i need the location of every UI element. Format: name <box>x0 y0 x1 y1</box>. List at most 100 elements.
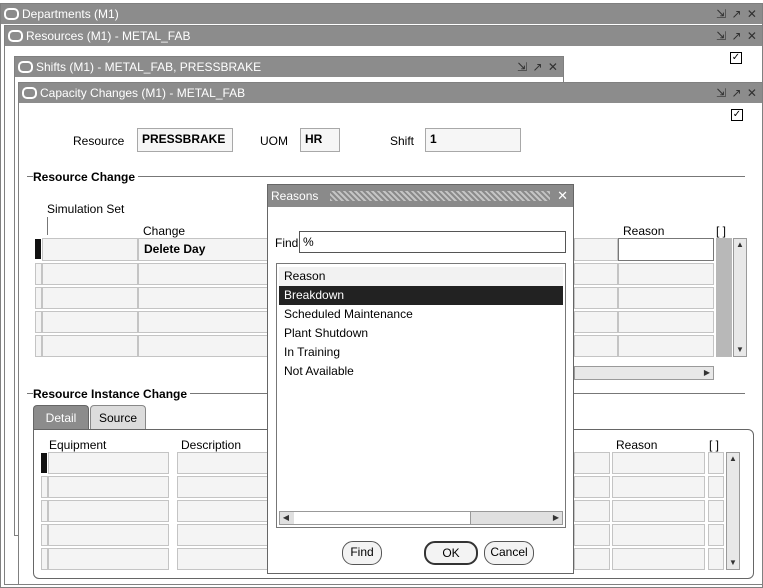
vertical-scrollbar[interactable]: ▲ ▼ <box>733 238 747 357</box>
row-marker <box>41 476 48 498</box>
window-icon <box>22 87 37 99</box>
cancel-button[interactable]: Cancel <box>484 541 534 565</box>
departments-titlebar[interactable]: Departments (M1) ⇲ ↗ ✕ <box>1 4 762 24</box>
list-item-plant-shutdown[interactable]: Plant Shutdown <box>279 324 563 343</box>
row-marker <box>35 263 42 285</box>
instance-reason-cell[interactable] <box>612 548 705 570</box>
window-controls[interactable]: ⇲ ↗ ✕ <box>716 26 758 46</box>
simulation-set-cell[interactable] <box>42 238 138 261</box>
find-input[interactable]: % <box>299 231 566 253</box>
reasons-titlebar[interactable]: Reasons ✕ <box>268 185 573 207</box>
instance-reason-cell[interactable] <box>612 452 705 474</box>
tab-detail[interactable]: Detail <box>33 405 89 430</box>
description-cell[interactable] <box>177 476 269 498</box>
instance-reason-cell[interactable] <box>612 500 705 522</box>
scroll-up-icon[interactable]: ▲ <box>727 454 739 464</box>
reasons-list[interactable]: Reason Breakdown Scheduled Maintenance P… <box>276 263 566 528</box>
row-cell[interactable] <box>574 452 610 474</box>
row-cell[interactable] <box>574 263 618 285</box>
list-item-not-available[interactable]: Not Available <box>279 362 563 381</box>
reason-cell[interactable] <box>618 263 714 285</box>
horizontal-scrollbar[interactable]: ▶ <box>574 366 714 380</box>
description-cell[interactable] <box>177 500 269 522</box>
equipment-cell[interactable] <box>48 548 169 570</box>
list-item-in-training[interactable]: In Training <box>279 343 563 362</box>
simulation-set-cell[interactable] <box>42 287 138 309</box>
resources-titlebar[interactable]: Resources (M1) - METAL_FAB ⇲ ↗ ✕ <box>5 26 762 46</box>
close-icon[interactable]: ✕ <box>557 185 568 207</box>
reason-cell[interactable] <box>618 311 714 333</box>
row-cell[interactable] <box>574 500 610 522</box>
simulation-set-cell[interactable] <box>42 335 138 357</box>
equipment-cell[interactable] <box>48 452 169 474</box>
scroll-down-icon[interactable]: ▼ <box>734 345 746 355</box>
simulation-set-cell[interactable] <box>42 311 138 333</box>
change-cell[interactable] <box>138 311 268 333</box>
description-cell[interactable] <box>177 524 269 546</box>
change-cell[interactable] <box>138 335 268 357</box>
change-cell[interactable] <box>138 287 268 309</box>
ok-button[interactable]: OK <box>424 541 478 565</box>
row-cell[interactable] <box>574 476 610 498</box>
row-marker <box>41 500 48 522</box>
capacity-titlebar[interactable]: Capacity Changes (M1) - METAL_FAB ⇲ ↗ ✕ <box>19 83 762 103</box>
description-cell[interactable] <box>177 452 269 474</box>
row-cell[interactable] <box>574 311 618 333</box>
row-marker <box>35 287 42 309</box>
flex-column[interactable] <box>716 238 732 357</box>
current-record-indicator <box>41 453 47 473</box>
change-cell[interactable] <box>138 263 268 285</box>
instance-reason-column-header: Reason <box>616 438 658 452</box>
row-cell[interactable] <box>574 335 618 357</box>
scroll-down-icon[interactable]: ▼ <box>727 558 739 568</box>
row-marker <box>35 335 42 357</box>
equipment-cell[interactable] <box>48 476 169 498</box>
list-header: Reason <box>279 267 563 287</box>
find-button[interactable]: Find <box>342 541 382 565</box>
reason-cell[interactable] <box>618 238 714 261</box>
checkbox-icon[interactable]: ✓ <box>730 52 742 64</box>
change-column-header: Change <box>143 224 186 238</box>
uom-label: UOM <box>260 134 288 148</box>
scroll-thumb[interactable] <box>294 512 471 524</box>
reason-cell[interactable] <box>618 287 714 309</box>
checkbox-icon[interactable]: ✓ <box>731 109 743 121</box>
instance-reason-cell[interactable] <box>612 524 705 546</box>
resource-field[interactable]: PRESSBRAKE <box>137 128 233 152</box>
flex-cell[interactable] <box>708 452 724 474</box>
row-cell[interactable] <box>574 238 618 261</box>
row-cell[interactable] <box>574 287 618 309</box>
equipment-cell[interactable] <box>48 524 169 546</box>
simulation-set-cell[interactable] <box>42 263 138 285</box>
uom-field[interactable]: HR <box>300 128 340 152</box>
resources-title: Resources (M1) - METAL_FAB <box>26 29 191 43</box>
shifts-titlebar[interactable]: Shifts (M1) - METAL_FAB, PRESSBRAKE ⇲ ↗ … <box>15 57 563 77</box>
resource-label: Resource <box>73 134 125 148</box>
description-cell[interactable] <box>177 548 269 570</box>
instance-reason-cell[interactable] <box>612 476 705 498</box>
reason-column-header: Reason <box>623 224 665 238</box>
list-item-scheduled-maintenance[interactable]: Scheduled Maintenance <box>279 305 563 324</box>
scroll-right-icon[interactable]: ▶ <box>550 513 562 523</box>
tab-source[interactable]: Source <box>90 405 146 430</box>
window-controls[interactable]: ⇲ ↗ ✕ <box>517 57 559 77</box>
reason-cell[interactable] <box>618 335 714 357</box>
list-item-breakdown[interactable]: Breakdown <box>279 286 563 305</box>
shifts-title: Shifts (M1) - METAL_FAB, PRESSBRAKE <box>36 60 262 74</box>
shift-field[interactable]: 1 <box>425 128 521 152</box>
equipment-cell[interactable] <box>48 500 169 522</box>
flex-cell[interactable] <box>708 548 724 570</box>
row-cell[interactable] <box>574 524 610 546</box>
flex-cell[interactable] <box>708 524 724 546</box>
flex-cell[interactable] <box>708 476 724 498</box>
window-controls[interactable]: ⇲ ↗ ✕ <box>716 83 758 103</box>
scroll-up-icon[interactable]: ▲ <box>734 240 746 250</box>
scroll-left-icon[interactable]: ◀ <box>280 513 292 523</box>
list-horizontal-scrollbar[interactable]: ◀ ▶ <box>279 511 563 525</box>
window-controls[interactable]: ⇲ ↗ ✕ <box>716 4 758 24</box>
instance-vertical-scrollbar[interactable]: ▲ ▼ <box>726 452 740 570</box>
change-cell[interactable]: Delete Day <box>138 238 268 261</box>
scroll-right-icon[interactable]: ▶ <box>701 368 713 378</box>
flex-cell[interactable] <box>708 500 724 522</box>
row-cell[interactable] <box>574 548 610 570</box>
